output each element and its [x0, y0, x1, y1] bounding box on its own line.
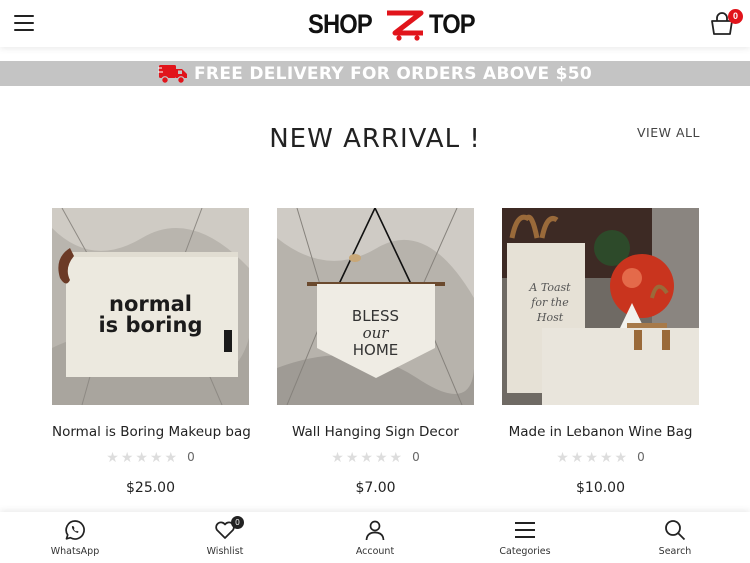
star-icon: ★	[331, 449, 344, 465]
nav-account[interactable]: Account	[325, 518, 425, 557]
banner-text: FREE DELIVERY FOR ORDERS ABOVE $50	[194, 63, 592, 84]
logo-cart-icon	[386, 10, 424, 41]
nav-categories[interactable]: Categories	[475, 518, 575, 557]
star-icon: ★	[106, 449, 119, 465]
top-header: SHOP TOP 0	[0, 0, 750, 47]
nav-search[interactable]: Search	[625, 518, 725, 557]
logo-text-left: SHOP	[308, 8, 373, 39]
product-card[interactable]: BLESS our HOME Wall Hanging Sign Decor ★…	[277, 208, 474, 496]
star-icon: ★	[135, 449, 148, 465]
product-image[interactable]: BLESS our HOME	[277, 208, 474, 405]
product-price: $25.00	[126, 480, 175, 496]
rating-count: 0	[637, 450, 645, 464]
site-logo[interactable]: SHOP TOP	[308, 6, 481, 42]
nav-label: Categories	[499, 546, 551, 557]
star-icon: ★	[556, 449, 569, 465]
star-icon: ★	[374, 449, 388, 465]
star-icon: ★	[599, 449, 613, 465]
logo-text-right: TOP	[428, 8, 476, 39]
search-icon	[665, 520, 686, 541]
product-image-text: normal is boring	[98, 292, 203, 337]
star-icon: ★	[389, 449, 403, 465]
product-rating: ★ ★ ★ ★ ★ 0	[502, 450, 699, 464]
star-icon: ★	[149, 449, 163, 465]
product-image-text: BLESS our HOME	[351, 307, 400, 359]
product-price: $10.00	[576, 480, 625, 496]
nav-whatsapp[interactable]: WhatsApp	[25, 518, 125, 557]
menu-icon[interactable]	[14, 15, 34, 31]
user-icon	[365, 520, 385, 541]
product-rating: ★ ★ ★ ★ ★ 0	[277, 450, 474, 464]
whatsapp-icon	[65, 520, 85, 540]
product-card[interactable]: A Toast for the Host Made in Lebanon Win…	[502, 208, 699, 496]
star-icon: ★	[360, 449, 373, 465]
product-card[interactable]: normal is boring Normal is Boring Makeup…	[52, 208, 251, 496]
cart-count-badge: 0	[728, 9, 743, 24]
rating-count: 0	[412, 450, 420, 464]
product-image[interactable]: normal is boring	[52, 208, 249, 405]
star-icon: ★	[570, 449, 584, 465]
nav-label: Wishlist	[206, 546, 244, 557]
product-image[interactable]: A Toast for the Host	[502, 208, 699, 405]
nav-label: Account	[355, 546, 395, 557]
free-delivery-banner: FREE DELIVERY FOR ORDERS ABOVE $50	[0, 61, 750, 86]
truck-icon	[158, 64, 188, 84]
star-icon: ★	[164, 449, 178, 465]
wishlist-count-badge: 0	[231, 516, 244, 529]
categories-icon	[515, 522, 535, 538]
product-name[interactable]: Made in Lebanon Wine Bag	[502, 424, 699, 440]
star-icon: ★	[345, 449, 359, 465]
star-icon: ★	[585, 449, 598, 465]
star-icon: ★	[120, 449, 134, 465]
view-all-link[interactable]: VIEW ALL	[637, 125, 700, 140]
rating-count: 0	[187, 450, 195, 464]
product-price: $7.00	[355, 480, 396, 496]
product-rating: ★ ★ ★ ★ ★ 0	[52, 450, 249, 464]
nav-label: Search	[658, 546, 692, 557]
product-name[interactable]: Wall Hanging Sign Decor	[277, 424, 474, 440]
product-name[interactable]: Normal is Boring Makeup bag	[52, 424, 251, 440]
product-image-text: A Toast for the Host	[529, 281, 571, 324]
nav-wishlist[interactable]: 0 Wishlist	[175, 516, 275, 557]
bottom-navigation: WhatsApp 0 Wishlist Account Categories S…	[0, 512, 750, 563]
star-icon: ★	[614, 449, 628, 465]
nav-label: WhatsApp	[50, 546, 100, 557]
